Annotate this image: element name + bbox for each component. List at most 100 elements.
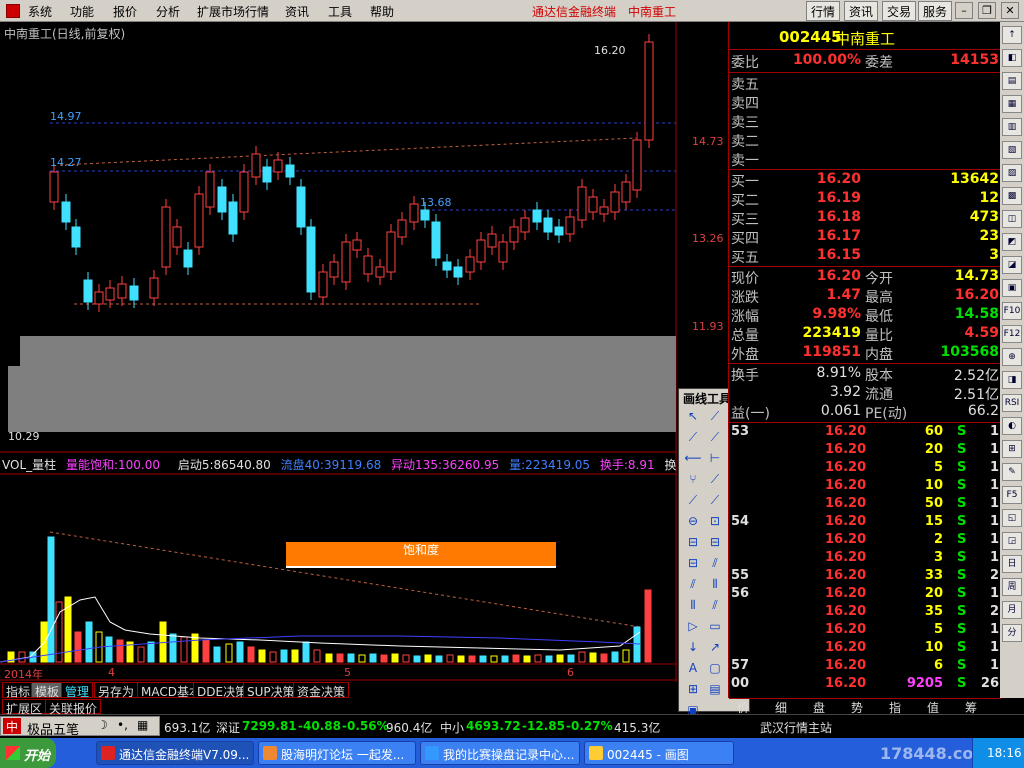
- tab-related[interactable]: 关联报价: [45, 699, 102, 716]
- taskbar-item[interactable]: 通达信金融终端V7.09...: [96, 741, 254, 765]
- draw-tool-icon[interactable]: ⊖: [683, 512, 703, 530]
- kline-chart[interactable]: 中南重工(日线,前复权) 14.73 13.26 11.93 16.20 14.…: [0, 22, 728, 682]
- menu-ext-market[interactable]: 扩展市场行情: [197, 3, 269, 20]
- menu-tools[interactable]: 工具: [328, 3, 352, 20]
- sell-order-row[interactable]: 卖四: [729, 93, 1001, 112]
- service-button[interactable]: 服务: [918, 1, 953, 21]
- toolbar-icon[interactable]: ◱: [1002, 509, 1022, 527]
- draw-tool-icon[interactable]: ↖: [683, 407, 703, 425]
- info-button[interactable]: 资讯: [844, 1, 879, 21]
- draw-tool-icon[interactable]: ⟋: [705, 470, 725, 488]
- toolbar-icon[interactable]: 周: [1002, 578, 1022, 596]
- menu-info[interactable]: 资讯: [285, 3, 309, 20]
- quote-button[interactable]: 行情: [806, 1, 841, 21]
- ime-moon-icon[interactable]: ☽: [97, 718, 108, 732]
- draw-tool-icon[interactable]: ⟋: [683, 491, 703, 509]
- tab-save-as[interactable]: 另存为: [94, 682, 139, 699]
- menu-function[interactable]: 功能: [70, 3, 94, 20]
- draw-tool-icon[interactable]: ⟋: [705, 491, 725, 509]
- toolbar-icon[interactable]: ◐: [1002, 417, 1022, 435]
- draw-tool-icon[interactable]: ⊟: [683, 554, 703, 572]
- sell-order-row[interactable]: 卖三: [729, 112, 1001, 131]
- draw-tool-icon[interactable]: A: [683, 659, 703, 677]
- ime-keyboard-icon[interactable]: ▦: [137, 718, 148, 732]
- draw-tool-icon[interactable]: ⫽: [705, 596, 725, 614]
- menu-help[interactable]: 帮助: [370, 3, 394, 20]
- draw-tool-icon[interactable]: ⟋: [683, 428, 703, 446]
- draw-tool-icon[interactable]: ⦀: [683, 596, 703, 614]
- toolbar-icon[interactable]: F12: [1002, 325, 1022, 343]
- toolbar-icon[interactable]: F5: [1002, 486, 1022, 504]
- tick-count: 1: [989, 514, 999, 529]
- sell-order-row[interactable]: 卖一: [729, 150, 1001, 169]
- buy-order-row[interactable]: 买三 16.18 473: [729, 209, 1001, 228]
- buy-order-row[interactable]: 买二 16.19 12: [729, 190, 1001, 209]
- toolbar-icon[interactable]: ▧: [1002, 141, 1022, 159]
- tab-ext[interactable]: 扩展区: [2, 699, 47, 716]
- taskbar-item[interactable]: 002445 - 画图: [584, 741, 734, 765]
- draw-tool-icon[interactable]: ⊟: [683, 533, 703, 551]
- tab-sup[interactable]: SUP决策: [243, 682, 299, 699]
- start-button[interactable]: 开始: [0, 738, 56, 768]
- tab-fund[interactable]: 资金决策: [293, 682, 350, 699]
- draw-tool-icon[interactable]: ⦀: [705, 575, 725, 593]
- trade-button[interactable]: 交易: [882, 1, 917, 21]
- draw-tool-icon[interactable]: ⊟: [705, 533, 725, 551]
- menu-system[interactable]: 系统: [28, 3, 52, 20]
- taskbar-item[interactable]: 股海明灯论坛 一起发...: [258, 741, 416, 765]
- draw-tool-icon[interactable]: ⟋: [705, 428, 725, 446]
- draw-tool-icon[interactable]: ⫽: [683, 575, 703, 593]
- toolbar-icon[interactable]: ◩: [1002, 233, 1022, 251]
- tab-manage[interactable]: 管理: [61, 682, 94, 699]
- toolbar-icon[interactable]: ◨: [1002, 371, 1022, 389]
- toolbar-icon[interactable]: 分: [1002, 624, 1022, 642]
- draw-tool-icon[interactable]: ↓: [683, 638, 703, 656]
- toolbar-icon[interactable]: ▦: [1002, 95, 1022, 113]
- ime-punct-icon[interactable]: •,: [117, 718, 128, 732]
- buy-order-row[interactable]: 买四 16.17 23: [729, 228, 1001, 247]
- restore-icon[interactable]: ❐: [978, 2, 996, 19]
- toolbar-icon[interactable]: ✎: [1002, 463, 1022, 481]
- sell-order-row[interactable]: 卖二: [729, 131, 1001, 150]
- draw-tool-icon[interactable]: ↗: [705, 638, 725, 656]
- draw-tool-icon[interactable]: ⫽: [705, 554, 725, 572]
- toolbar-icon[interactable]: ◫: [1002, 210, 1022, 228]
- draw-tool-icon[interactable]: ⊢: [705, 449, 725, 467]
- toolbar-icon[interactable]: 月: [1002, 601, 1022, 619]
- toolbar-icon[interactable]: RSI: [1002, 394, 1022, 412]
- toolbar-icon[interactable]: ↑: [1002, 26, 1022, 44]
- toolbar-icon[interactable]: ◲: [1002, 532, 1022, 550]
- taskbar-item[interactable]: 我的比赛操盘记录中心...: [420, 741, 580, 765]
- sell-order-row[interactable]: 卖五: [729, 74, 1001, 93]
- buy-order-row[interactable]: 买一 16.20 13642: [729, 171, 1001, 190]
- menu-analysis[interactable]: 分析: [156, 3, 180, 20]
- toolbar-icon[interactable]: F10: [1002, 302, 1022, 320]
- draw-tool-icon[interactable]: ▤: [705, 680, 725, 698]
- draw-tool-icon[interactable]: ▭: [705, 617, 725, 635]
- weicha-value: 14153: [950, 52, 999, 68]
- toolbar-icon[interactable]: ▨: [1002, 164, 1022, 182]
- toolbar-icon[interactable]: 日: [1002, 555, 1022, 573]
- tab-template[interactable]: 模板: [31, 682, 64, 699]
- close-icon[interactable]: ✕: [1001, 2, 1019, 19]
- toolbar-icon[interactable]: ◪: [1002, 256, 1022, 274]
- draw-tool-icon[interactable]: ▷: [683, 617, 703, 635]
- draw-tool-icon[interactable]: ⟋: [705, 407, 725, 425]
- toolbar-icon[interactable]: ▣: [1002, 279, 1022, 297]
- toolbar-icon[interactable]: ▩: [1002, 187, 1022, 205]
- tab-indicator[interactable]: 指标: [2, 682, 35, 699]
- draw-tool-icon[interactable]: ⊡: [705, 512, 725, 530]
- minimize-icon[interactable]: –: [955, 2, 973, 19]
- menu-quote[interactable]: 报价: [113, 3, 137, 20]
- ime-bar[interactable]: 中 极品五笔 ☽ •, ▦: [0, 716, 160, 738]
- toolbar-icon[interactable]: ⊞: [1002, 440, 1022, 458]
- buy-order-row[interactable]: 买五 16.15 3: [729, 247, 1001, 266]
- draw-tool-icon[interactable]: ⟵: [683, 449, 703, 467]
- draw-tool-icon[interactable]: ▢: [705, 659, 725, 677]
- toolbar-icon[interactable]: ⊕: [1002, 348, 1022, 366]
- toolbar-icon[interactable]: ◧: [1002, 49, 1022, 67]
- toolbar-icon[interactable]: ▤: [1002, 72, 1022, 90]
- toolbar-icon[interactable]: ▥: [1002, 118, 1022, 136]
- draw-tool-icon[interactable]: ⑂: [683, 470, 703, 488]
- draw-tool-icon[interactable]: ⊞: [683, 680, 703, 698]
